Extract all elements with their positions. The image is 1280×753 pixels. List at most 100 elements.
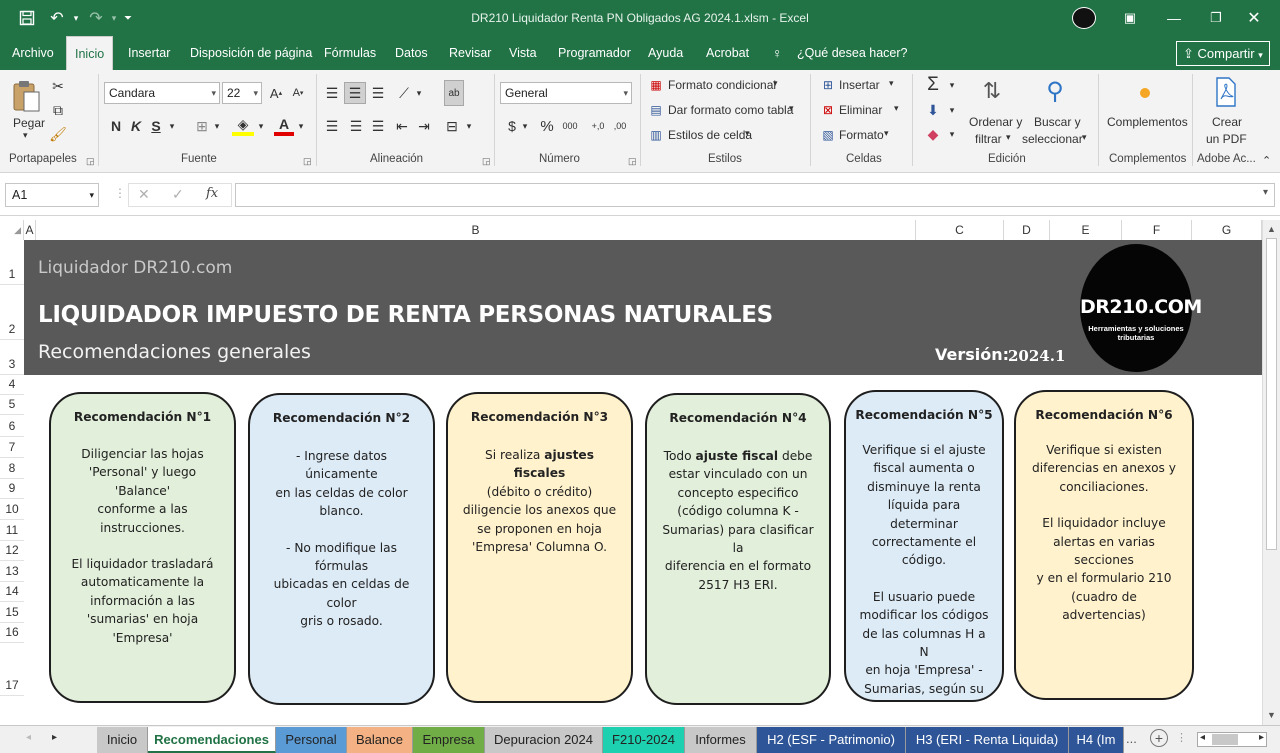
- font-launcher-icon[interactable]: ◲: [303, 156, 312, 167]
- insert-function-button[interactable]: fx: [206, 186, 218, 201]
- row-header-1[interactable]: 1: [0, 240, 24, 285]
- alignment-launcher-icon[interactable]: ◲: [482, 156, 491, 167]
- select-all-icon[interactable]: ◢: [0, 220, 24, 240]
- paste-label[interactable]: Pegar: [13, 116, 45, 130]
- tab-disposicion[interactable]: Disposición de página: [190, 36, 312, 70]
- sort-filter-dropdown-icon[interactable]: ▾: [1006, 132, 1011, 143]
- increase-font-icon[interactable]: A ▴: [266, 82, 286, 104]
- underline-dropdown-icon[interactable]: ▾: [166, 116, 178, 136]
- addins-icon[interactable]: [1140, 88, 1150, 98]
- more-sheets-button[interactable]: ...: [1126, 731, 1137, 746]
- tab-formulas[interactable]: Fórmulas: [324, 36, 376, 70]
- align-bottom-icon[interactable]: ☰: [368, 82, 388, 104]
- tab-ayuda[interactable]: Ayuda: [648, 36, 683, 70]
- paste-dropdown-icon[interactable]: ▾: [23, 130, 28, 141]
- insert-cells-button[interactable]: Insertar: [839, 78, 880, 92]
- row-header-5[interactable]: 5: [0, 395, 24, 415]
- font-size-dropdown-icon[interactable]: ▾: [253, 83, 258, 103]
- tab-inicio[interactable]: Inicio: [66, 36, 114, 70]
- save-icon[interactable]: [14, 0, 40, 36]
- scroll-down-icon[interactable]: ▼: [1267, 710, 1276, 720]
- copy-icon[interactable]: ⧉: [48, 100, 68, 120]
- column-header-f[interactable]: F: [1122, 220, 1192, 240]
- clear-icon[interactable]: ◆: [922, 124, 944, 144]
- conditional-format-icon[interactable]: ▦: [648, 76, 664, 94]
- italic-button[interactable]: K: [128, 116, 144, 136]
- paste-icon[interactable]: [8, 76, 44, 116]
- format-table-icon[interactable]: ▤: [648, 101, 664, 119]
- tell-me-search[interactable]: ¿Qué desea hacer?: [797, 36, 908, 70]
- sheet-tab-5[interactable]: Empresa: [413, 727, 485, 753]
- borders-dropdown-icon[interactable]: ▾: [212, 116, 222, 136]
- undo-icon[interactable]: ↶: [44, 0, 70, 36]
- column-header-c[interactable]: C: [916, 220, 1004, 240]
- create-pdf-label1[interactable]: Crear: [1212, 115, 1242, 129]
- orientation-icon[interactable]: ⟋: [394, 82, 414, 104]
- add-sheet-icon[interactable]: +: [1150, 729, 1168, 747]
- share-button[interactable]: ⇪ Compartir ▾: [1176, 41, 1270, 66]
- collapse-ribbon-icon[interactable]: ⌃: [1262, 154, 1271, 167]
- create-pdf-icon[interactable]: [1212, 76, 1240, 108]
- align-middle-icon[interactable]: ☰: [344, 82, 366, 104]
- scroll-up-icon[interactable]: ▲: [1267, 224, 1276, 234]
- clear-dropdown-icon[interactable]: ▾: [946, 124, 958, 144]
- customize-qat-icon[interactable]: ⏷: [120, 0, 136, 36]
- row-header-13[interactable]: 13: [0, 561, 24, 582]
- merge-center-icon[interactable]: ⊟: [442, 116, 462, 136]
- name-box[interactable]: A1 ▾: [5, 183, 99, 207]
- orientation-dropdown-icon[interactable]: ▾: [414, 82, 424, 104]
- vertical-scroll-thumb[interactable]: [1266, 238, 1277, 550]
- autosum-icon[interactable]: Σ: [922, 74, 944, 96]
- percent-icon[interactable]: %: [538, 116, 556, 136]
- column-header-d[interactable]: D: [1004, 220, 1050, 240]
- tab-split-icon[interactable]: ⋮: [1176, 731, 1187, 744]
- scroll-left-icon[interactable]: ◂: [1200, 732, 1205, 743]
- font-color-dropdown-icon[interactable]: ▾: [296, 116, 306, 136]
- prev-sheet-icon[interactable]: ◂: [26, 732, 31, 743]
- column-header-e[interactable]: E: [1050, 220, 1122, 240]
- fill-icon[interactable]: ⬇: [922, 100, 944, 120]
- find-select-dropdown-icon[interactable]: ▾: [1082, 132, 1087, 143]
- create-pdf-label2[interactable]: un PDF: [1206, 132, 1247, 146]
- number-launcher-icon[interactable]: ◲: [628, 156, 637, 167]
- restore-icon[interactable]: ❐: [1204, 0, 1228, 36]
- account-avatar[interactable]: [1072, 7, 1096, 29]
- conditional-format-dropdown-icon[interactable]: ▾: [773, 78, 778, 89]
- tab-insertar[interactable]: Insertar: [128, 36, 170, 70]
- decrease-decimal-icon[interactable]: ,00: [610, 116, 630, 136]
- tab-acrobat[interactable]: Acrobat: [706, 36, 749, 70]
- insert-cells-dropdown-icon[interactable]: ▾: [889, 78, 894, 89]
- row-header-16[interactable]: 16: [0, 623, 24, 643]
- tab-archivo[interactable]: Archivo: [12, 36, 54, 70]
- fill-color-dropdown-icon[interactable]: ▾: [256, 116, 266, 136]
- find-select-label1[interactable]: Buscar y: [1034, 115, 1081, 129]
- number-format-combo[interactable]: General ▾: [500, 82, 632, 104]
- align-top-icon[interactable]: ☰: [322, 82, 342, 104]
- format-painter-icon[interactable]: 🖌: [48, 124, 68, 144]
- name-box-dropdown-icon[interactable]: ▾: [89, 184, 94, 206]
- row-header-7[interactable]: 7: [0, 437, 24, 458]
- font-size-combo[interactable]: 22 ▾: [222, 82, 262, 104]
- row-header-10[interactable]: 10: [0, 499, 24, 520]
- align-right-icon[interactable]: ☰: [368, 116, 388, 136]
- row-header-14[interactable]: 14: [0, 582, 24, 602]
- decrease-indent-icon[interactable]: ⇤: [392, 116, 412, 136]
- cell-styles-dropdown-icon[interactable]: ▾: [745, 128, 750, 139]
- clipboard-launcher-icon[interactable]: ◲: [86, 156, 95, 167]
- decrease-font-icon[interactable]: A ▾: [288, 82, 308, 104]
- scroll-right-icon[interactable]: ▸: [1259, 732, 1264, 743]
- find-select-icon[interactable]: ⚲: [1038, 74, 1072, 108]
- underline-button[interactable]: S: [148, 116, 164, 136]
- sheet-tab-3[interactable]: Personal: [276, 727, 347, 753]
- format-cells-dropdown-icon[interactable]: ▾: [884, 128, 889, 139]
- row-header-12[interactable]: 12: [0, 541, 24, 561]
- conditional-format-button[interactable]: Formato condicional: [668, 78, 776, 92]
- redo-dropdown-icon[interactable]: ▾: [108, 0, 120, 36]
- format-table-button[interactable]: Dar formato como tabla: [668, 103, 793, 117]
- row-header-3[interactable]: 3: [0, 340, 24, 375]
- tab-revisar[interactable]: Revisar: [449, 36, 491, 70]
- align-center-icon[interactable]: ☰: [346, 116, 366, 136]
- find-select-label2[interactable]: seleccionar: [1022, 132, 1083, 146]
- tab-vista[interactable]: Vista: [509, 36, 537, 70]
- autosum-dropdown-icon[interactable]: ▾: [946, 74, 958, 96]
